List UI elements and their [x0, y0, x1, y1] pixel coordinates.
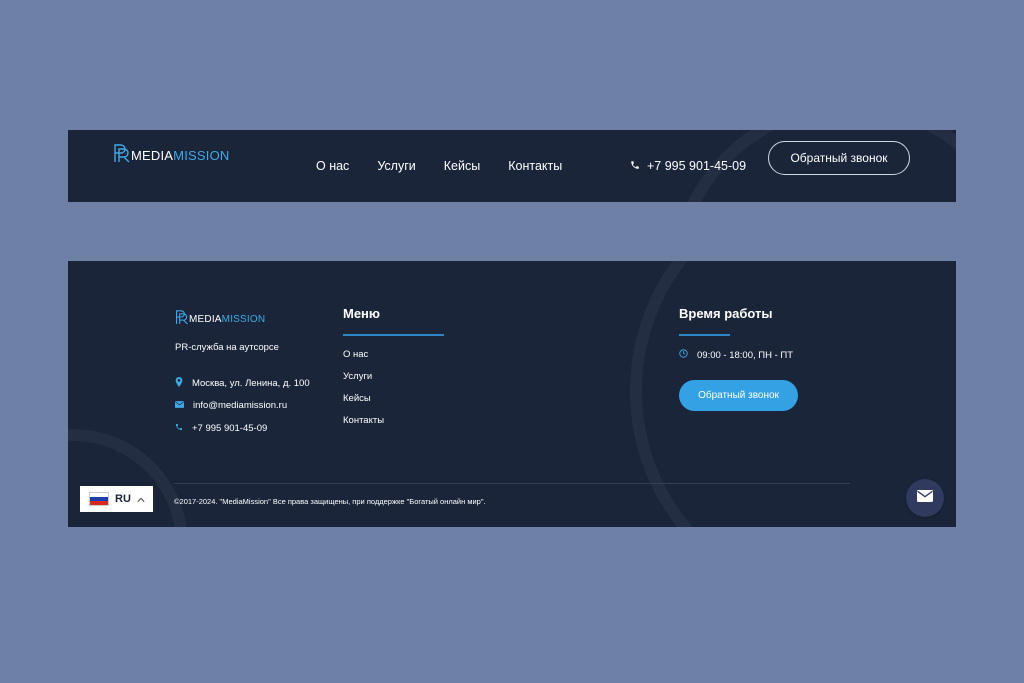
nav-link-services[interactable]: Услуги [377, 159, 415, 173]
hours-title-underline [679, 334, 730, 336]
site-footer: MEDIA MISSION PR-служба на аутсорсе Москв… [68, 261, 956, 527]
phone-icon [630, 159, 640, 173]
footer-hours-text: 09:00 - 18:00, ПН - ПТ [697, 349, 794, 361]
header-logo[interactable]: MEDIA MISSION [113, 143, 230, 168]
footer-menu-services[interactable]: Услуги [343, 371, 372, 382]
footer-menu-title: Меню [343, 306, 381, 321]
footer-email-text: info@mediamission.ru [193, 400, 288, 411]
footer-hours-title: Время работы [679, 306, 773, 321]
footer-email[interactable]: info@mediamission.ru [175, 400, 287, 411]
header-callback-button[interactable]: Обратный звонок [768, 141, 910, 175]
phone-icon [175, 423, 183, 434]
language-switcher[interactable]: RU [80, 486, 153, 512]
nav-link-contacts[interactable]: Контакты [508, 159, 562, 173]
mail-icon [917, 489, 933, 507]
decorative-arc-small [68, 429, 188, 527]
language-code: RU [115, 493, 131, 505]
clock-icon [679, 349, 688, 361]
footer-address-text: Москва, ул. Ленина, д. 100 [192, 378, 310, 389]
footer-phone[interactable]: +7 995 901-45-09 [175, 423, 267, 434]
nav-link-cases[interactable]: Кейсы [444, 159, 480, 173]
envelope-icon [175, 400, 184, 411]
pr-logo-icon [113, 143, 131, 168]
logo-text-mission: MISSION [221, 313, 266, 325]
footer-copyright: ©2017-2024. "MediaMission" Все права защ… [174, 497, 486, 506]
footer-menu-contacts[interactable]: Контакты [343, 415, 384, 426]
header-phone-number: +7 995 901-45-09 [647, 159, 747, 173]
contact-mail-button[interactable] [906, 479, 944, 517]
footer-menu-cases[interactable]: Кейсы [343, 393, 371, 404]
header-phone[interactable]: +7 995 901-45-09 [630, 130, 746, 202]
pr-logo-icon [175, 309, 189, 330]
site-header: MEDIA MISSION О нас Услуги Кейсы Контакты… [68, 130, 956, 202]
footer-callback-button[interactable]: Обратный звонок [679, 380, 798, 411]
logo-text-media: MEDIA [131, 147, 174, 163]
nav-link-about[interactable]: О нас [316, 159, 349, 173]
header-nav: О нас Услуги Кейсы Контакты [316, 130, 562, 202]
russia-flag-icon [89, 492, 109, 506]
location-pin-icon [175, 377, 183, 390]
menu-title-underline [343, 334, 444, 336]
logo-text-media: MEDIA [189, 313, 222, 325]
footer-phone-text: +7 995 901-45-09 [192, 423, 268, 434]
footer-tagline: PR-служба на аутсорсе [175, 342, 279, 353]
footer-menu-about[interactable]: О нас [343, 349, 368, 360]
chevron-up-icon [137, 490, 145, 508]
footer-address: Москва, ул. Ленина, д. 100 [175, 377, 310, 390]
footer-logo[interactable]: MEDIA MISSION [175, 309, 266, 330]
logo-text-mission: MISSION [173, 147, 230, 163]
footer-hours: 09:00 - 18:00, ПН - ПТ [679, 349, 793, 361]
footer-divider [174, 483, 850, 484]
